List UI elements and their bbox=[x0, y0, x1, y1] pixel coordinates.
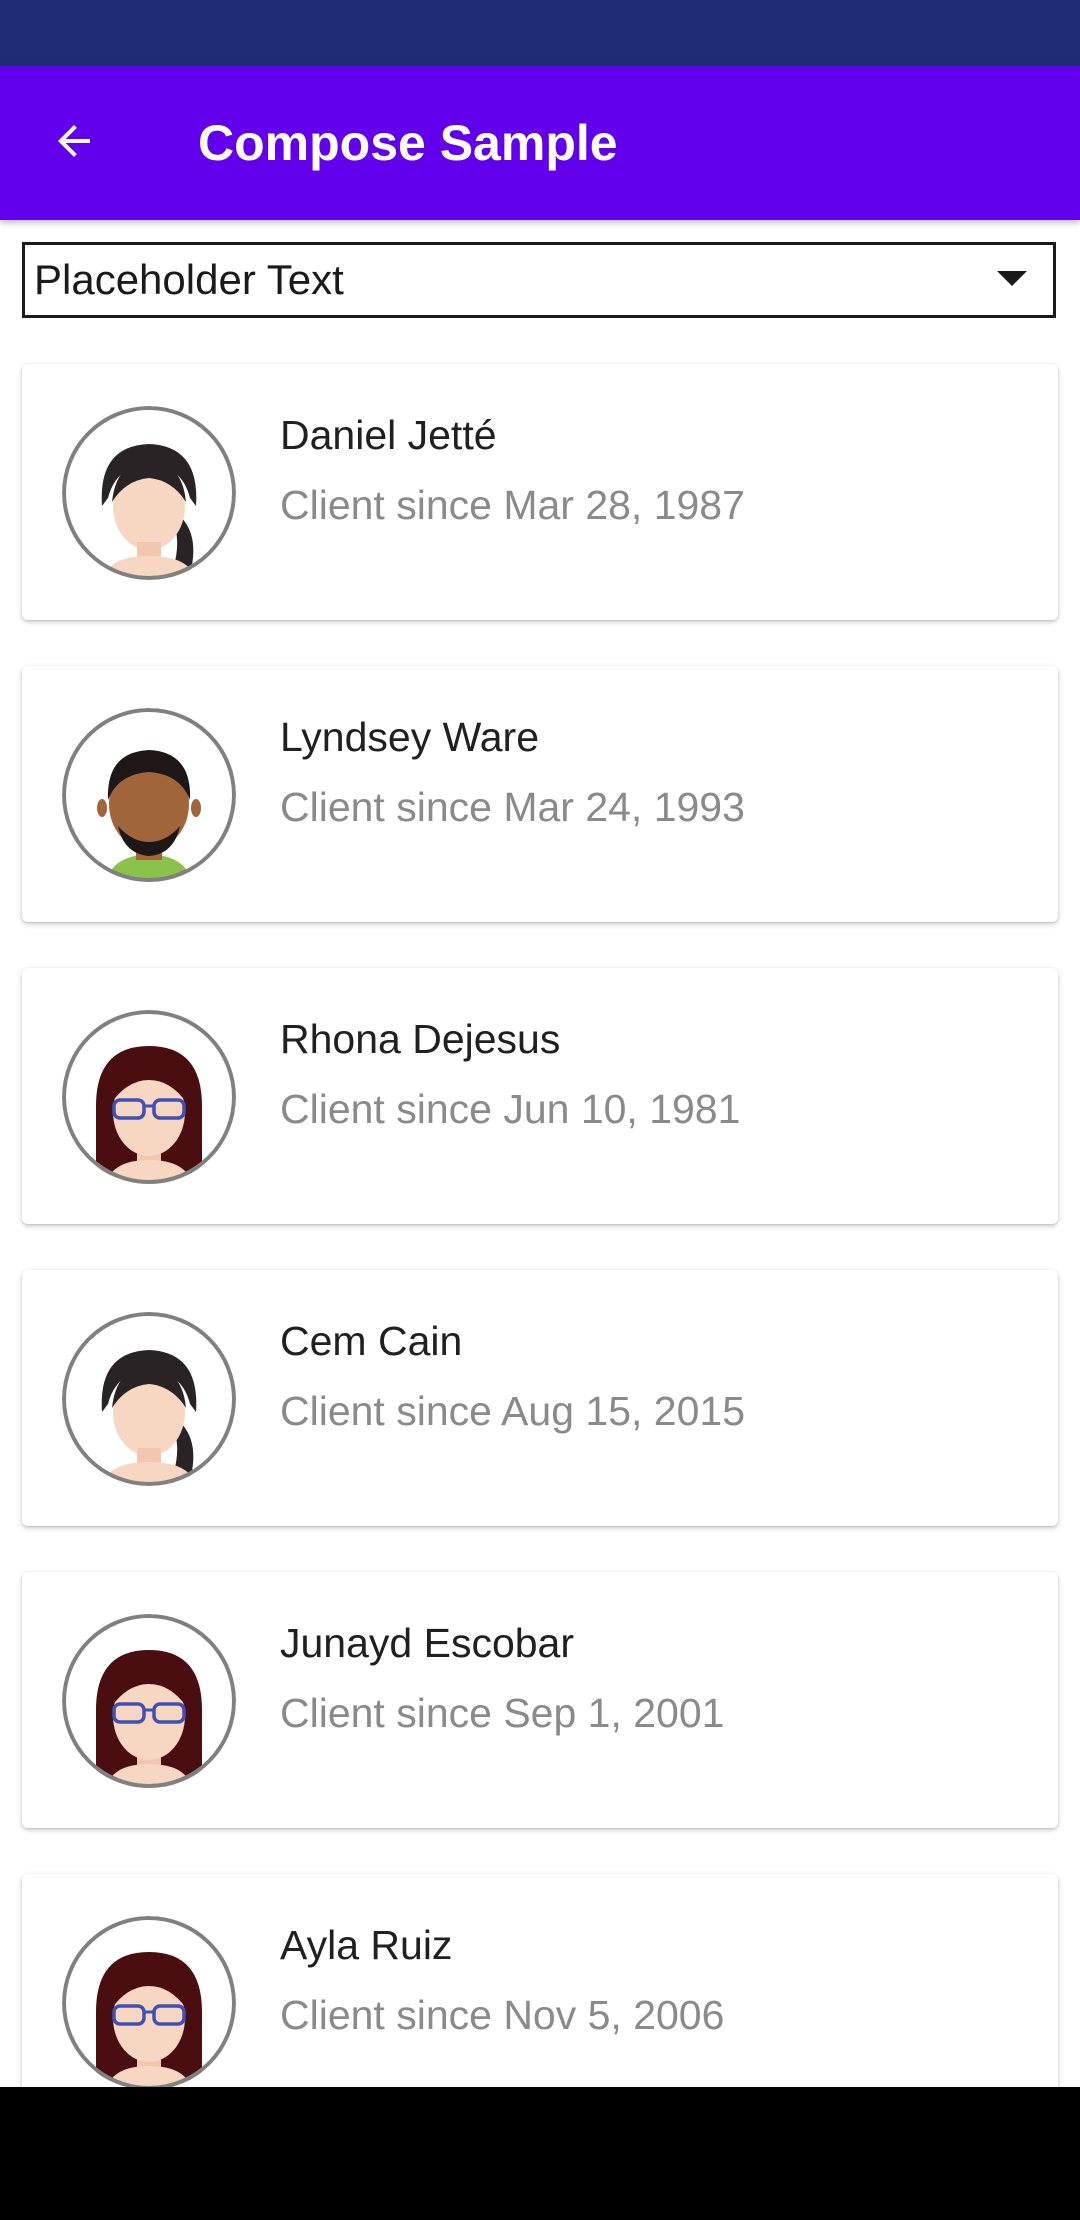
client-since: Client since Mar 28, 1987 bbox=[280, 482, 745, 528]
arrow-drop-down-icon bbox=[997, 269, 1027, 289]
client-card[interactable]: Rhona Dejesus Client since Jun 10, 1981 bbox=[22, 968, 1058, 1224]
app-title: Compose Sample bbox=[198, 115, 618, 171]
client-avatar bbox=[62, 1010, 236, 1184]
client-since: Client since Aug 15, 2015 bbox=[280, 1388, 745, 1434]
client-since: Client since Jun 10, 1981 bbox=[280, 1086, 741, 1132]
client-card[interactable]: Daniel Jetté Client since Mar 28, 1987 bbox=[22, 364, 1058, 620]
navigation-bar bbox=[0, 2087, 1080, 2220]
client-name: Ayla Ruiz bbox=[280, 1922, 453, 1968]
client-card[interactable]: Cem Cain Client since Aug 15, 2015 bbox=[22, 1270, 1058, 1526]
client-since: Client since Sep 1, 2001 bbox=[280, 1690, 725, 1736]
client-avatar bbox=[62, 1916, 236, 2090]
client-card[interactable]: Junayd Escobar Client since Sep 1, 2001 bbox=[22, 1572, 1058, 1828]
client-avatar bbox=[62, 406, 236, 580]
client-name: Rhona Dejesus bbox=[280, 1016, 561, 1062]
client-filter-dropdown[interactable]: Placeholder Text bbox=[22, 242, 1056, 318]
back-button[interactable] bbox=[30, 99, 118, 187]
client-avatar bbox=[62, 708, 236, 882]
client-since: Client since Mar 24, 1993 bbox=[280, 784, 745, 830]
client-name: Lyndsey Ware bbox=[280, 714, 540, 760]
dropdown-selected-value: Placeholder Text bbox=[34, 256, 344, 303]
arrow-back-icon bbox=[50, 117, 98, 170]
client-name: Junayd Escobar bbox=[280, 1620, 575, 1666]
client-name: Cem Cain bbox=[280, 1318, 463, 1364]
client-since: Client since Nov 5, 2006 bbox=[280, 1992, 725, 2038]
app-bar: Compose Sample bbox=[0, 66, 1080, 220]
client-avatar bbox=[62, 1614, 236, 1788]
client-card[interactable]: Lyndsey Ware Client since Mar 24, 1993 bbox=[22, 666, 1058, 922]
client-avatar bbox=[62, 1312, 236, 1486]
status-bar bbox=[0, 0, 1080, 66]
client-name: Daniel Jetté bbox=[280, 412, 497, 458]
